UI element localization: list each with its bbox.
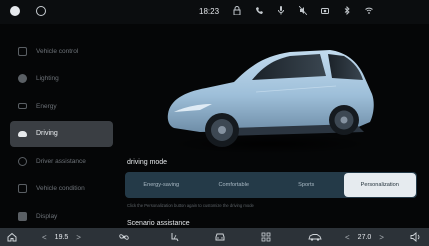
phone-icon[interactable]: [255, 6, 263, 15]
sidebar-item-lighting[interactable]: Lighting: [10, 66, 113, 93]
bottom-dock: < 19.5 > < 27.0 >: [0, 228, 429, 246]
mic-icon[interactable]: [277, 6, 285, 15]
volume-icon[interactable]: [410, 231, 422, 243]
sidebar-item-label: Lighting: [36, 75, 59, 83]
left-temperature-value: 19.5: [54, 233, 69, 241]
driving-mode-title: driving mode: [127, 159, 168, 166]
lock-icon[interactable]: [233, 6, 241, 16]
right-temperature-control: < 27.0 >: [345, 231, 384, 243]
scenario-assistance-title: Scenario assistance: [127, 220, 190, 227]
sidebar-item-driving[interactable]: Driving: [10, 120, 113, 147]
apps-grid-icon[interactable]: [261, 231, 271, 243]
camera-icon[interactable]: [321, 6, 329, 15]
sidebar-item-display[interactable]: Display: [10, 203, 113, 230]
light-icon: [18, 74, 27, 84]
ring-icon[interactable]: [36, 6, 46, 16]
left-temperature-control: < 19.5 >: [42, 231, 81, 243]
clock-time: 18:23: [199, 7, 220, 16]
right-temperature-value: 27.0: [357, 233, 372, 241]
right-temp-increase-button[interactable]: >: [379, 233, 384, 242]
car-front-icon[interactable]: [214, 231, 226, 243]
car-side-icon[interactable]: [308, 231, 322, 243]
mode-comfortable-button[interactable]: Comfortable: [198, 172, 271, 198]
mode-energy-saving-button[interactable]: Energy-saving: [125, 172, 198, 198]
sidebar-item-label: Vehicle control: [36, 47, 79, 55]
sidebar-item-label: Driving: [36, 130, 58, 138]
seat-heat-icon[interactable]: [170, 231, 180, 243]
status-bar: 18:23: [0, 0, 429, 24]
car-control-icon: [18, 46, 27, 56]
battery-icon: [18, 103, 27, 110]
mode-sports-button[interactable]: Sports: [270, 172, 343, 198]
sidebar-item-label: Display: [36, 212, 58, 220]
user-avatar-icon[interactable]: [10, 6, 20, 16]
vehicle-render: [167, 50, 374, 154]
condition-icon: [18, 184, 27, 194]
mute-icon[interactable]: [298, 5, 308, 16]
display-icon: [18, 211, 27, 221]
sidebar-item-label: Vehicle condition: [36, 185, 85, 193]
fan-icon[interactable]: [118, 231, 130, 243]
car-icon: [18, 130, 27, 137]
wifi-icon[interactable]: [365, 6, 373, 15]
sidebar-item-vehicle-condition[interactable]: Vehicle condition: [10, 176, 113, 203]
right-temp-decrease-button[interactable]: <: [345, 233, 350, 242]
home-icon[interactable]: [7, 231, 17, 243]
mode-personalization-button[interactable]: Personalization: [343, 173, 416, 197]
mode-hint-text: Click the Personalization button again t…: [127, 203, 254, 208]
left-temp-increase-button[interactable]: >: [76, 233, 81, 242]
steering-icon: [18, 156, 27, 166]
sidebar-item-driver-assistance[interactable]: Driver assistance: [10, 148, 113, 175]
sidebar-item-label: Driver assistance: [36, 157, 86, 165]
bluetooth-icon[interactable]: [343, 5, 351, 16]
sidebar-item-label: Energy: [36, 102, 57, 110]
settings-sidebar: Vehicle control Lighting Energy Driving …: [10, 38, 113, 231]
sidebar-item-vehicle-control[interactable]: Vehicle control: [10, 38, 113, 65]
left-temp-decrease-button[interactable]: <: [42, 233, 47, 242]
sidebar-item-energy[interactable]: Energy: [10, 93, 113, 120]
driving-mode-selector: Energy-saving Comfortable Sports Persona…: [125, 172, 417, 198]
